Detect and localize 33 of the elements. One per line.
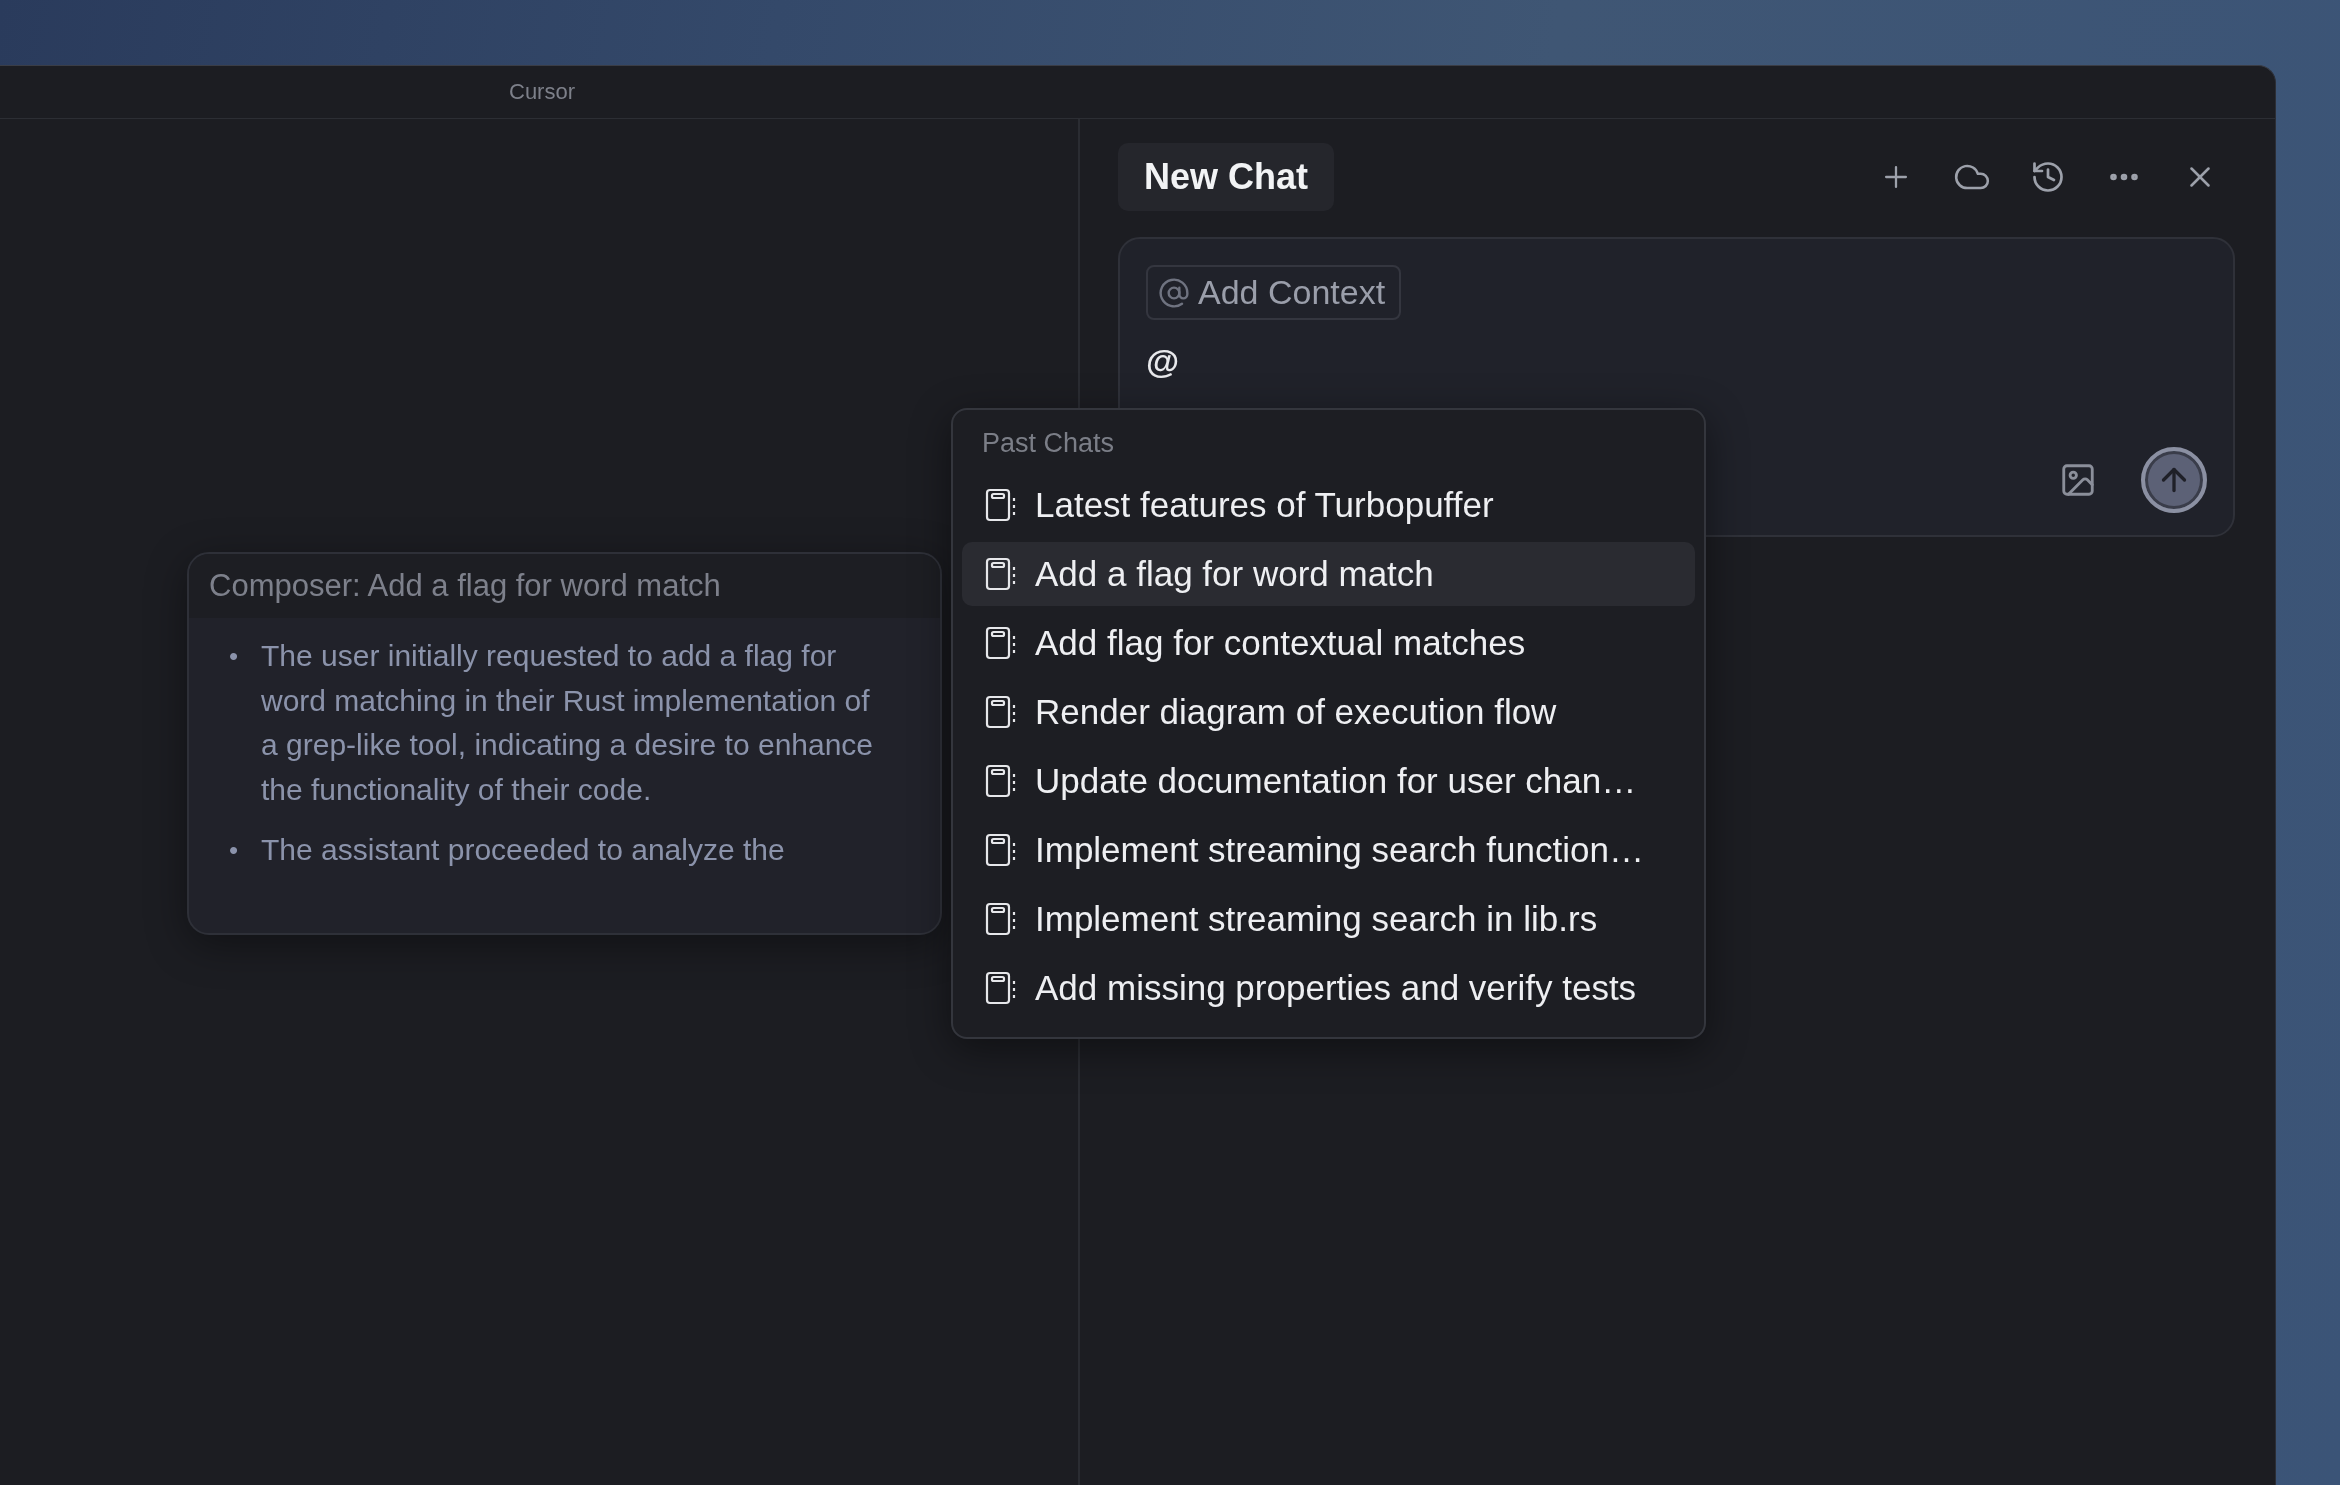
chat-menu-item[interactable]: Add flag for contextual matches xyxy=(962,611,1695,675)
card-title: Composer: Add a flag for word match xyxy=(189,554,940,618)
notebook-icon xyxy=(985,833,1017,867)
chat-title: Add a flag for word match xyxy=(1035,554,1434,594)
notebook-icon xyxy=(985,764,1017,798)
notebook-icon xyxy=(985,557,1017,591)
chat-menu-item[interactable]: Implement streaming search in lib.rs xyxy=(962,887,1695,951)
input-text: @ xyxy=(1146,342,1181,381)
chat-tab[interactable]: New Chat xyxy=(1118,143,1335,211)
add-context-button[interactable]: Add Context xyxy=(1146,265,1402,320)
window-title: Cursor xyxy=(509,79,575,105)
notebook-icon xyxy=(985,488,1017,522)
bullet-marker: • xyxy=(229,640,240,673)
at-sign-icon xyxy=(1158,276,1190,309)
chat-menu-item[interactable]: Add a flag for word match xyxy=(962,542,1695,606)
chat-title: Render diagram of execution flow xyxy=(1035,692,1557,732)
notebook-icon xyxy=(985,626,1017,660)
chat-title: Implement streaming search in lib.rs xyxy=(1035,899,1598,939)
chat-menu-item[interactable]: Update documentation for user chan… xyxy=(962,749,1695,813)
menu-heading: Past Chats xyxy=(981,428,1116,460)
chat-title: Update documentation for user chan… xyxy=(1035,761,1637,801)
chat-title: Add flag for contextual matches xyxy=(1035,623,1526,663)
chat-menu-item[interactable]: Add missing properties and verify tests xyxy=(962,956,1695,1020)
chat-menu-item[interactable]: Implement streaming search function… xyxy=(962,818,1695,882)
bullet-marker: • xyxy=(229,834,240,867)
chat-menu-item[interactable]: Render diagram of execution flow xyxy=(962,680,1695,744)
summary-text: The user initially requested to add a flag for word matching in their Rust implementation of a grep-like tool, indicating a desire to enhance the functionality of their code. xyxy=(261,638,875,808)
notebook-icon xyxy=(985,902,1017,936)
notebook-icon xyxy=(985,971,1017,1005)
chat-title: Implement streaming search function… xyxy=(1035,830,1644,870)
summary-text: The assistant proceeded to analyze the xyxy=(261,832,786,868)
notebook-icon xyxy=(985,695,1017,729)
chat-title: Add missing properties and verify tests xyxy=(1035,968,1637,1008)
